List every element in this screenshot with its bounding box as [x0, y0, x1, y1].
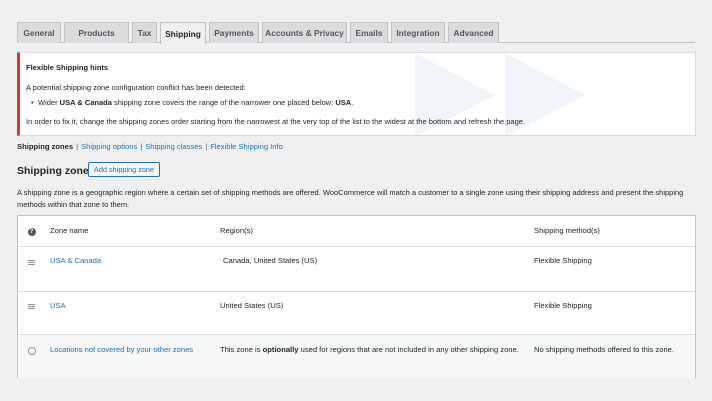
zones-description: A shipping zone is a geographic region w…: [17, 188, 684, 209]
tab-general[interactable]: General: [17, 22, 61, 43]
zone-name-link[interactable]: Locations not covered by your other zone…: [50, 344, 193, 356]
column-shipping-methods: Shipping method(s): [534, 226, 600, 235]
zone-regions: This zone is optionally used for regions…: [220, 345, 519, 354]
add-shipping-zone-button[interactable]: Add shipping zone: [88, 162, 161, 177]
table-row-rest-of-world: Locations not covered by your other zone…: [18, 335, 695, 378]
drag-handle-icon[interactable]: [27, 258, 36, 267]
tab-emails[interactable]: Emails: [350, 22, 388, 43]
tab-payments[interactable]: Payments: [209, 22, 259, 43]
subnav-separator: |: [140, 142, 143, 151]
zone-name-link[interactable]: USA & Canada: [50, 255, 101, 267]
tab-accounts-privacy[interactable]: Accounts & Privacy: [262, 22, 347, 43]
column-zone-name: Zone name: [50, 226, 89, 235]
drag-handle-icon[interactable]: [27, 302, 36, 311]
table-header-row: ? Zone name Region(s) Shipping method(s): [18, 216, 695, 247]
shipping-zones-table: ? Zone name Region(s) Shipping method(s)…: [17, 215, 696, 378]
tab-shipping[interactable]: Shipping: [160, 22, 206, 44]
zone-methods: No shipping methods offered to this zone…: [534, 345, 675, 354]
zone-methods: Flexible Shipping: [534, 301, 592, 310]
tab-tax[interactable]: Tax: [132, 22, 157, 43]
globe-icon: [27, 346, 36, 355]
notice-title: Flexible Shipping hints: [26, 63, 109, 72]
subnav-separator: |: [76, 142, 79, 151]
page-title: Shipping zones: [17, 165, 95, 177]
table-row: USA United States (US) Flexible Shipping: [18, 292, 695, 335]
zone-methods: Flexible Shipping: [534, 256, 592, 265]
subnav-separator: |: [205, 142, 208, 151]
subnav-shipping-zones[interactable]: Shipping zones: [17, 142, 73, 151]
settings-tabs: General Products Tax Shipping Payments A…: [17, 21, 695, 44]
zone-regions: Canada, United States (US): [223, 256, 318, 265]
tab-products[interactable]: Products: [64, 22, 129, 43]
table-row: USA & Canada Canada, United States (US) …: [18, 247, 695, 292]
zone-name-link[interactable]: USA: [50, 300, 66, 312]
subnav-shipping-classes[interactable]: Shipping classes: [145, 142, 202, 151]
zone-regions: United States (US): [220, 301, 284, 310]
subnav-shipping-options[interactable]: Shipping options: [81, 142, 137, 151]
column-regions: Region(s): [220, 226, 253, 235]
notice-bullet: Wider USA & Canada shipping zone covers …: [31, 98, 353, 107]
notice-instructions: In order to fix it, change the shipping …: [26, 117, 526, 126]
flexible-shipping-hints-notice: Flexible Shipping hints A potential ship…: [17, 52, 696, 136]
tab-advanced[interactable]: Advanced: [448, 22, 499, 43]
shipping-subnav: Shipping zones | Shipping options | Ship…: [17, 142, 283, 151]
help-icon[interactable]: ?: [27, 227, 36, 236]
subnav-flexible-shipping-info[interactable]: Flexible Shipping Info: [210, 142, 283, 151]
notice-text: A potential shipping zone configuration …: [26, 83, 246, 92]
tab-integration[interactable]: Integration: [391, 22, 445, 43]
